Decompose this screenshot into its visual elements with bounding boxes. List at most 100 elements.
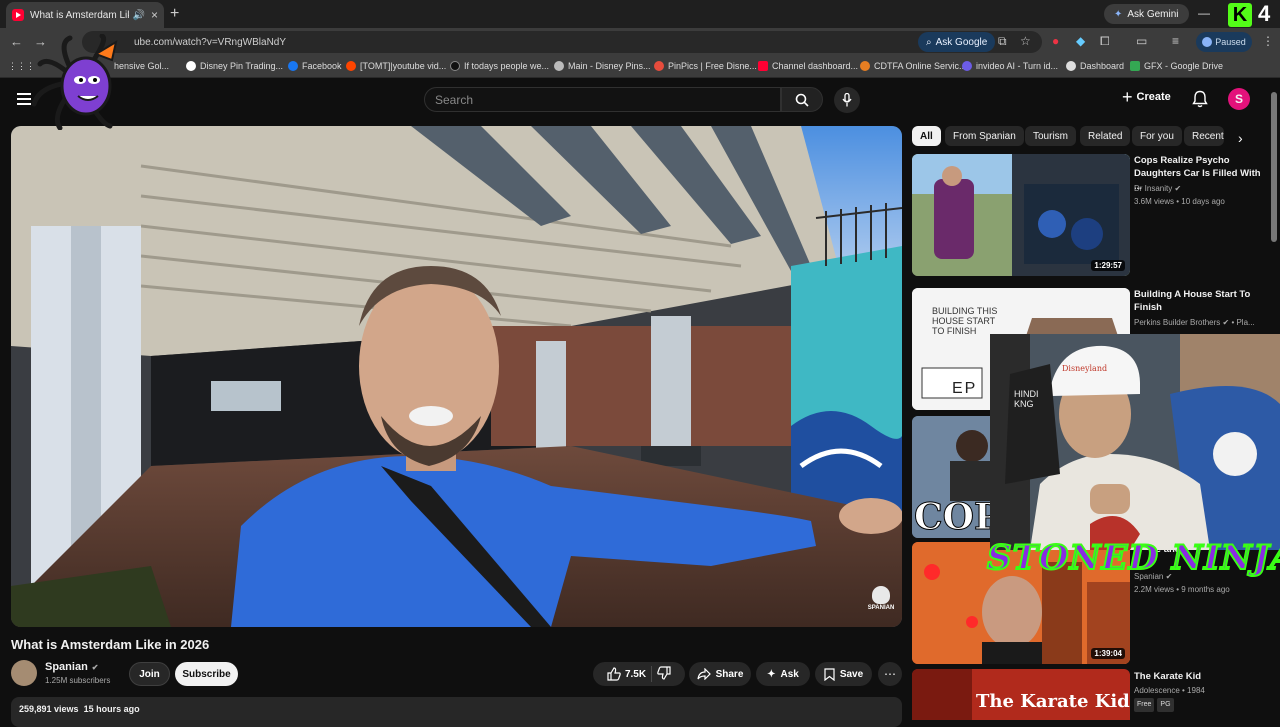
- new-tab-button[interactable]: +: [170, 5, 179, 23]
- description-box[interactable]: [11, 697, 902, 727]
- ask-google-button[interactable]: ⌕ Ask Google: [918, 32, 996, 52]
- channel-watermark[interactable]: SPANIAN: [866, 586, 896, 616]
- rec-title[interactable]: The Karate Kid: [1134, 670, 1264, 683]
- bookmark-favicon-icon: [1066, 61, 1076, 71]
- video-frame-image: [11, 126, 902, 627]
- subscribe-button[interactable]: Subscribe: [175, 662, 238, 686]
- bookmarks-bar: ⋮⋮⋮ hensive Gol... Disney Pin Trading...…: [0, 56, 1280, 78]
- bookmark-item[interactable]: CDTFA Online Servic...: [860, 61, 967, 71]
- verified-check-icon: ✔: [1174, 184, 1182, 193]
- bookmark-item[interactable]: Main - Disney Pins...: [554, 61, 651, 71]
- skull-logo-icon: [872, 586, 890, 604]
- bookmark-label: Disney Pin Trading...: [200, 61, 284, 71]
- chip-for-you[interactable]: For you: [1132, 126, 1182, 146]
- rec-thumbnail[interactable]: 1:29:57: [912, 154, 1130, 276]
- chip-recent[interactable]: Recent: [1184, 126, 1224, 146]
- bookmark-item[interactable]: invideo AI - Turn id...: [962, 61, 1058, 71]
- more-actions-icon[interactable]: ⋯: [878, 662, 902, 686]
- menu-hamburger-icon[interactable]: [17, 93, 31, 108]
- browser-tab-strip: What is Amsterdam Like in 2026 🔊 × + ✦ A…: [0, 0, 1280, 28]
- bookmark-label: Dashboard: [1080, 61, 1125, 71]
- bookmark-item[interactable]: Dashboard: [1066, 61, 1124, 71]
- invideo-icon: [962, 61, 972, 71]
- bookmark-item[interactable]: If todays people we...: [450, 61, 549, 71]
- search-input[interactable]: Search: [424, 87, 781, 112]
- chrome-menu-icon[interactable]: ⋮: [1262, 34, 1274, 48]
- notifications-bell-icon[interactable]: [1192, 90, 1208, 113]
- search-button[interactable]: [781, 87, 823, 112]
- youtube-header: Search + Create S: [0, 78, 1280, 122]
- tab-title: What is Amsterdam Like in 2026: [30, 9, 129, 21]
- chip-from-spanian[interactable]: From Spanian: [945, 126, 1024, 146]
- overlay-number: 4: [1258, 1, 1271, 26]
- rec-thumbnail[interactable]: The Karate Kid: [912, 669, 1130, 720]
- chip-related[interactable]: Related: [1080, 126, 1131, 146]
- paused-label: Paused: [1215, 37, 1246, 47]
- bookmark-item[interactable]: [TOMT]|youtube vid...: [346, 61, 446, 71]
- bookmark-star-icon[interactable]: ☆: [1020, 34, 1031, 48]
- page-scrollbar[interactable]: [1271, 92, 1277, 242]
- thumb-overlay-text: COP: [913, 496, 1002, 539]
- reading-list-icon[interactable]: ≡: [1172, 34, 1179, 48]
- thumbnail-image: [912, 154, 1130, 276]
- dislike-button[interactable]: [657, 665, 671, 683]
- ask-gemini-label: Ask Gemini: [1127, 8, 1179, 20]
- channel-avatar[interactable]: [11, 660, 37, 686]
- chip-all[interactable]: All: [912, 126, 941, 146]
- create-label: Create: [1136, 91, 1171, 103]
- bookmark-label: Main - Disney Pins...: [568, 61, 651, 71]
- rec-channel[interactable]: Perkins Builder Brothers ✔ • Pla...: [1134, 317, 1264, 329]
- rec-channel: Adolescence • 1984: [1134, 686, 1205, 695]
- save-button[interactable]: Save: [815, 662, 872, 686]
- rec-meta: • Pla...: [1231, 318, 1255, 327]
- thumb-figure: [912, 669, 972, 720]
- bookmark-item[interactable]: Facebook: [288, 61, 342, 71]
- rec-meta: 3.6M views • 10 days ago: [1134, 197, 1225, 206]
- back-arrow-icon[interactable]: ←: [10, 34, 23, 49]
- ask-button[interactable]: ✦ Ask: [756, 662, 810, 686]
- join-button[interactable]: Join: [129, 662, 170, 686]
- cast-icon[interactable]: ▭: [1136, 34, 1147, 48]
- free-badge: Free: [1134, 698, 1155, 712]
- profile-paused-button[interactable]: Paused: [1196, 32, 1252, 52]
- share-button[interactable]: Share: [689, 662, 751, 686]
- microphone-icon: [842, 93, 852, 107]
- verified-check-icon: ✔: [91, 662, 99, 672]
- bookmark-item[interactable]: GFX - Google Drive: [1130, 61, 1223, 71]
- like-button[interactable]: 7.5K: [607, 667, 646, 681]
- extensions-puzzle-icon[interactable]: ⧠: [1100, 34, 1110, 49]
- tab-close-icon[interactable]: ×: [151, 8, 158, 22]
- bookmark-item[interactable]: Disney Pin Trading...: [186, 61, 283, 71]
- create-button[interactable]: + Create: [1122, 88, 1171, 106]
- bookmark-item[interactable]: PinPics | Free Disne...: [654, 61, 757, 71]
- browser-toolbar: ← → ube.com/watch?v=VRngWBlaNdY ⌕ Ask Go…: [0, 28, 1280, 56]
- extension-blue-icon[interactable]: ◆: [1076, 34, 1085, 48]
- thumb-overlay-text: The Karate Kid: [976, 691, 1130, 712]
- video-title: What is Amsterdam Like in 2026: [11, 637, 210, 652]
- ask-gemini-button[interactable]: ✦ Ask Gemini: [1104, 4, 1189, 24]
- bookmark-favicon-icon: [186, 61, 196, 71]
- bookmark-item[interactable]: Channel dashboard...: [758, 61, 858, 71]
- reddit-icon: [346, 61, 356, 71]
- chip-tourism[interactable]: Tourism: [1025, 126, 1077, 146]
- account-avatar[interactable]: S: [1228, 88, 1250, 110]
- ask-label: Ask: [780, 668, 799, 680]
- video-player[interactable]: [11, 126, 902, 627]
- rec-channel[interactable]: Dr Insanity ✔: [1134, 183, 1264, 195]
- rec-title[interactable]: Building A House Start To Finish: [1134, 288, 1264, 314]
- share-arrow-icon: [696, 668, 711, 680]
- speaker-icon[interactable]: 🔊: [133, 10, 145, 21]
- minimize-icon[interactable]: —: [1198, 6, 1210, 20]
- translate-icon[interactable]: ⧉: [998, 34, 1007, 49]
- channel-name-row[interactable]: Spanian ✔: [45, 661, 99, 673]
- extension-red-icon[interactable]: ●: [1052, 34, 1059, 48]
- hat-logo-text: Disneyland: [1062, 364, 1108, 373]
- bookmark-label: CDTFA Online Servic...: [874, 61, 967, 71]
- rec-channel-name: Dr Insanity: [1134, 184, 1173, 193]
- voice-search-button[interactable]: [834, 87, 860, 113]
- address-bar[interactable]: ube.com/watch?v=VRngWBlaNdY: [82, 31, 1042, 53]
- webcam-image: [990, 334, 1280, 550]
- ask-google-label: Ask Google: [935, 36, 988, 48]
- chevron-right-icon[interactable]: ›: [1238, 130, 1243, 146]
- browser-tab-active[interactable]: What is Amsterdam Like in 2026 🔊 ×: [6, 2, 164, 28]
